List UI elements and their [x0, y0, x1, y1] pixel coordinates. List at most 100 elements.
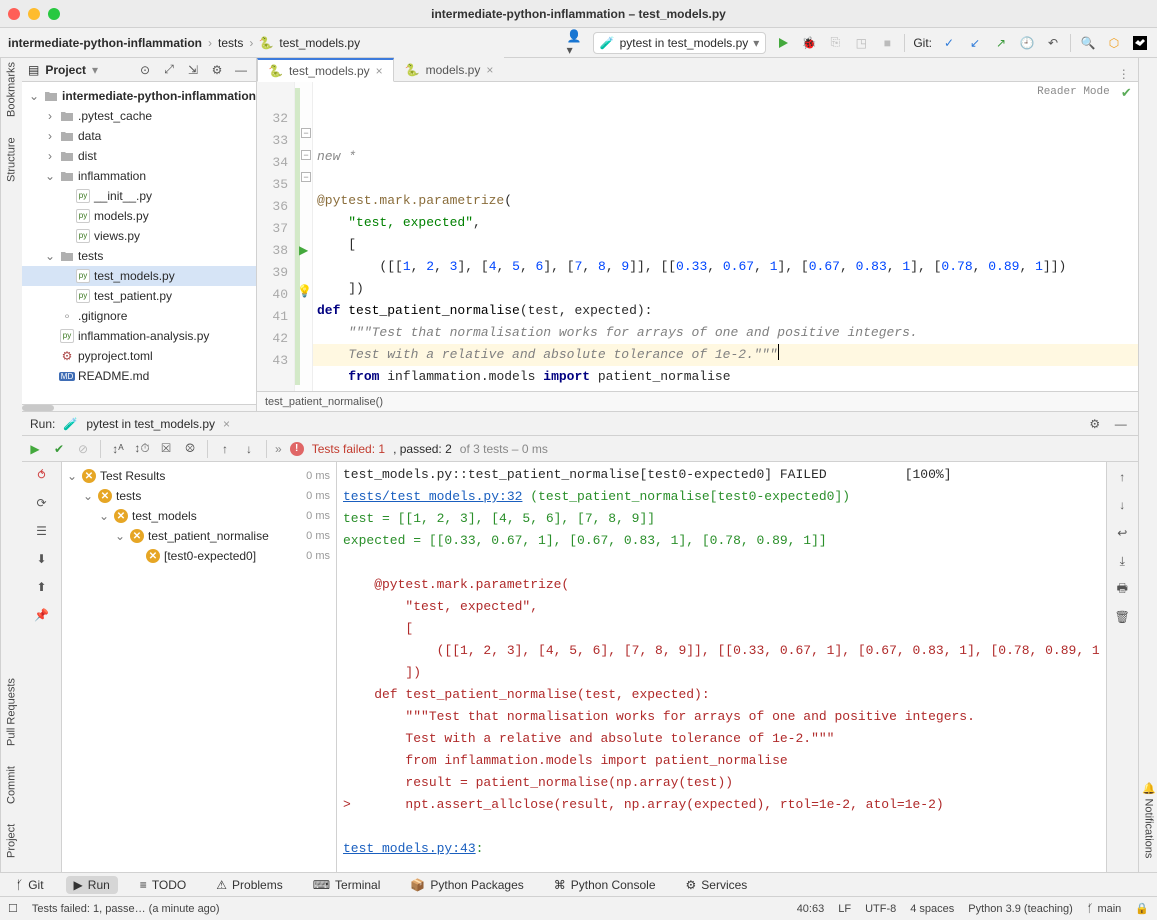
zoom-window-button[interactable] — [48, 8, 60, 20]
test-tree-item[interactable]: ⌄✕Test Results0 ms — [62, 466, 336, 486]
python-interpreter[interactable]: Python 3.9 (teaching) — [968, 903, 1073, 915]
console-line[interactable]: @pytest.mark.parametrize( — [343, 574, 1100, 596]
minimize-window-button[interactable] — [28, 8, 40, 20]
close-window-button[interactable] — [8, 8, 20, 20]
tree-twisty-icon[interactable]: ⌄ — [114, 529, 126, 543]
bottom-tab-terminal[interactable]: ⌨Terminal — [305, 876, 389, 894]
project-tree-item[interactable]: py__init__.py — [22, 186, 256, 206]
intention-bulb-icon[interactable]: 💡 — [297, 284, 312, 298]
project-horizontal-scrollbar[interactable] — [22, 404, 256, 411]
console-line[interactable]: Test with a relative and absolute tolera… — [343, 728, 1100, 750]
next-failed-button[interactable]: ↓ — [240, 440, 258, 458]
caret-position[interactable]: 40:63 — [797, 903, 825, 915]
breadcrumb-project[interactable]: intermediate-python-inflammation — [8, 36, 202, 50]
test-results-tree[interactable]: ⌄✕Test Results0 ms⌄✕tests0 ms⌄✕test_mode… — [62, 462, 337, 872]
jetbrains-icon[interactable] — [1131, 34, 1149, 52]
marker-gutter[interactable]: ▶💡−−− — [295, 82, 313, 391]
code-line[interactable]: from inflammation.models import patient_… — [313, 366, 1138, 388]
bottom-tab-problems[interactable]: ⚠Problems — [208, 876, 290, 894]
project-header-title[interactable]: Project — [45, 63, 86, 77]
code-line[interactable]: Test with a relative and absolute tolera… — [313, 344, 1138, 366]
bottom-tab-python-console[interactable]: ⌘Python Console — [546, 876, 664, 894]
code-line[interactable]: ]) — [313, 278, 1138, 300]
project-tree[interactable]: ⌄intermediate-python-inflammation›.pytes… — [22, 82, 256, 404]
run-test-gutter-icon[interactable]: ▶ — [299, 243, 308, 257]
console-line[interactable]: ([[1, 2, 3], [4, 5, 6], [7, 8, 9]], [[0.… — [343, 640, 1100, 662]
import-tests-button[interactable]: ⬇ — [33, 550, 51, 568]
rerun-button[interactable]: ▶ — [26, 440, 44, 458]
sort-alpha-button[interactable]: ↕ᴬ — [109, 440, 127, 458]
tree-twisty-icon[interactable]: › — [44, 129, 56, 143]
stop-button[interactable]: ■ — [878, 34, 896, 52]
select-opened-file-button[interactable]: ⊙ — [136, 61, 154, 79]
tree-twisty-icon[interactable]: ⌄ — [98, 509, 110, 523]
bottom-tab-todo[interactable]: ≡TODO — [132, 876, 194, 894]
console-line[interactable]: from inflammation.models import patient_… — [343, 750, 1100, 772]
run-tab-label[interactable]: pytest in test_models.py — [86, 417, 215, 431]
code-editor[interactable]: 323334353637383940414243 ▶💡−−− Reader Mo… — [257, 82, 1138, 391]
line-number-gutter[interactable]: 323334353637383940414243 — [257, 82, 295, 391]
code-line[interactable]: [ — [313, 234, 1138, 256]
vcs-commit-button[interactable]: ↙ — [966, 34, 984, 52]
run-button[interactable] — [774, 34, 792, 52]
console-line[interactable]: """Test that normalisation works for arr… — [343, 706, 1100, 728]
left-rail-bookmarks[interactable]: Bookmarks — [4, 58, 20, 121]
test-tree-item[interactable]: ⌄✕test_models0 ms — [62, 506, 336, 526]
console-line[interactable]: ]) — [343, 662, 1100, 684]
line-separator[interactable]: LF — [838, 903, 851, 915]
code-line[interactable]: result = patient_normalise(np.array(test… — [313, 388, 1138, 391]
project-tree-item[interactable]: pyinflammation-analysis.py — [22, 326, 256, 346]
code-line[interactable]: ([[1, 2, 3], [4, 5, 6], [7, 8, 9]], [[0.… — [313, 256, 1138, 278]
console-line[interactable]: "test, expected", — [343, 596, 1100, 618]
vcs-push-button[interactable]: ↗ — [992, 34, 1010, 52]
console-line[interactable] — [343, 816, 1100, 838]
test-tree-item[interactable]: ✕[test0-expected0]0 ms — [62, 546, 336, 566]
console-line[interactable]: tests/test_models.py:32 (test_patient_no… — [343, 486, 1100, 508]
vcs-update-button[interactable]: ✓ — [940, 34, 958, 52]
status-message[interactable]: Tests failed: 1, passe… (a minute ago) — [32, 903, 220, 915]
chevron-down-icon[interactable]: ▾ — [92, 63, 98, 77]
reader-mode-label[interactable]: Reader Mode — [1037, 86, 1110, 98]
settings-icon[interactable]: ⚙ — [208, 61, 226, 79]
console-line[interactable]: > npt.assert_allclose(result, np.array(e… — [343, 794, 1100, 816]
left-rail-commit[interactable]: Commit — [4, 762, 20, 808]
tree-twisty-icon[interactable]: ⌄ — [28, 89, 40, 103]
collapse-all-button[interactable]: ⇲ — [184, 61, 202, 79]
status-icon[interactable]: ☐ — [8, 902, 18, 915]
search-everywhere-button[interactable]: 🔍 — [1079, 34, 1097, 52]
project-tree-item[interactable]: pytest_patient.py — [22, 286, 256, 306]
scroll-down-button[interactable]: ↓ — [1113, 496, 1131, 514]
tree-twisty-icon[interactable]: ⌄ — [44, 169, 56, 183]
test-tree-item[interactable]: ⌄✕test_patient_normalise0 ms — [62, 526, 336, 546]
toggle-ignored-button[interactable]: ⊘ — [74, 440, 92, 458]
hide-run-panel-button[interactable]: — — [1112, 415, 1130, 433]
print-button[interactable]: 🖶 — [1113, 580, 1131, 598]
project-tree-item[interactable]: ⌄inflammation — [22, 166, 256, 186]
prev-failed-button[interactable]: ↑ — [216, 440, 234, 458]
console-line[interactable]: [ — [343, 618, 1100, 640]
debug-button[interactable]: 🐞 — [800, 34, 818, 52]
tree-twisty-icon[interactable]: › — [44, 149, 56, 163]
collapse-all-tests-button[interactable]: ⮾ — [181, 440, 199, 458]
editor-breadcrumb-item[interactable]: test_patient_normalise() — [265, 396, 383, 408]
left-rail-pull-requests[interactable]: Pull Requests — [4, 674, 20, 750]
vcs-rollback-button[interactable]: ↶ — [1044, 34, 1062, 52]
tree-twisty-icon[interactable]: › — [44, 109, 56, 123]
profile-button[interactable]: ◳ — [852, 34, 870, 52]
breadcrumb-file[interactable]: test_models.py — [279, 36, 360, 50]
project-tree-item[interactable]: pyviews.py — [22, 226, 256, 246]
user-icon[interactable]: 👤▾ — [567, 34, 585, 52]
toggle-autotest-button[interactable]: ⟳ — [33, 494, 51, 512]
vcs-history-button[interactable]: 🕘 — [1018, 34, 1036, 52]
editor-tab[interactable]: 🐍test_models.py× — [257, 58, 394, 82]
code-line[interactable] — [313, 168, 1138, 190]
project-tree-item[interactable]: MDREADME.md — [22, 366, 256, 386]
close-tab-icon[interactable]: × — [223, 417, 230, 431]
inspection-ok-icon[interactable]: ✔ — [1121, 86, 1132, 101]
code-line[interactable]: def test_patient_normalise(test, expecte… — [313, 300, 1138, 322]
hide-panel-button[interactable]: — — [232, 61, 250, 79]
project-tree-item[interactable]: ∘.gitignore — [22, 306, 256, 326]
ide-settings-button[interactable]: ⬡ — [1105, 34, 1123, 52]
editor-breadcrumb[interactable]: test_patient_normalise() — [257, 391, 1138, 411]
indent-config[interactable]: 4 spaces — [910, 903, 954, 915]
